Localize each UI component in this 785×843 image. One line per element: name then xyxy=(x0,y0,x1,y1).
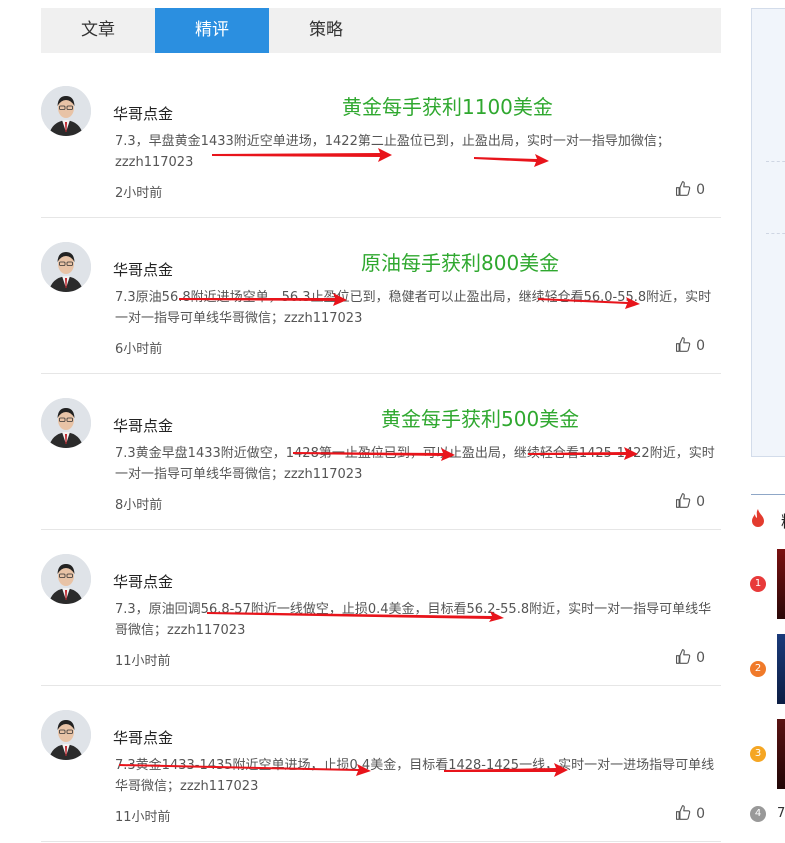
hot-thumbnail[interactable] xyxy=(777,719,785,789)
avatar[interactable] xyxy=(41,86,91,136)
red-arrow-icon xyxy=(212,148,392,162)
post-time: 11小时前 xyxy=(115,810,171,825)
hot-thumbnail[interactable] xyxy=(777,549,785,619)
post-time: 11小时前 xyxy=(115,654,171,669)
red-arrow-icon xyxy=(119,764,371,776)
feed-item: 华哥点金 7.3原油56.8附近进场空单，56.3止盈位已到，稳健者可以止盈出局… xyxy=(41,218,721,374)
red-arrow-icon xyxy=(474,154,549,167)
post-time: 8小时前 xyxy=(115,498,163,513)
tab-reviews[interactable]: 精评 xyxy=(155,8,269,53)
author-name[interactable]: 华哥点金 xyxy=(113,571,173,592)
author-name[interactable]: 华哥点金 xyxy=(113,103,173,124)
hot-list-title: 精 xyxy=(781,508,785,532)
avatar[interactable] xyxy=(41,398,91,448)
like-count: 0 xyxy=(696,338,705,354)
divider xyxy=(751,494,785,495)
like-button[interactable]: 0 xyxy=(674,648,705,668)
thumbs-up-icon xyxy=(674,804,691,825)
feed-item: 华哥点金 7.3，原油回调56.8-57附近一线做空，止损0.4美金，目标看56… xyxy=(41,530,721,686)
thumbs-up-icon xyxy=(674,648,691,669)
red-arrow-icon xyxy=(538,297,640,309)
feed-item: 华哥点金 7.3黄金早盘1433附近做空，1428第一止盈位已到，可以止盈出局，… xyxy=(41,374,721,530)
red-arrow-icon xyxy=(444,763,568,777)
like-count: 0 xyxy=(696,494,705,510)
rank-badge: 3 xyxy=(750,746,766,762)
red-arrow-icon xyxy=(207,611,504,622)
red-arrow-icon xyxy=(179,293,347,306)
red-arrow-icon xyxy=(528,447,638,460)
thumbs-up-icon xyxy=(674,180,691,201)
like-button[interactable]: 0 xyxy=(674,492,705,512)
avatar[interactable] xyxy=(41,554,91,604)
red-arrow-icon xyxy=(293,448,455,461)
divider xyxy=(766,233,785,234)
tab-articles[interactable]: 文章 xyxy=(41,8,155,53)
post-content: 7.3，早盘黄金1433附近空单进场，1422第二止盈位已到，止盈出局，实时一对… xyxy=(115,134,670,170)
like-button[interactable]: 0 xyxy=(674,336,705,356)
like-count: 0 xyxy=(696,182,705,198)
divider xyxy=(766,161,785,162)
fire-icon xyxy=(752,509,764,527)
tab-strategy[interactable]: 策略 xyxy=(269,8,383,53)
thumbs-up-icon xyxy=(674,336,691,357)
review-feed: 华哥点金 7.3，早盘黄金1433附近空单进场，1422第二止盈位已到，止盈出局… xyxy=(41,62,721,842)
author-name[interactable]: 华哥点金 xyxy=(113,259,173,280)
hot-item-title[interactable]: 7 xyxy=(777,806,785,821)
profit-annotation: 黄金每手获利1100美金 xyxy=(342,95,553,119)
profit-annotation: 原油每手获利800美金 xyxy=(361,251,560,275)
rank-badge: 1 xyxy=(750,576,766,592)
feed-item: 华哥点金 7.3黄金1433-1435附近空单进场，止损0.4美金，目标看142… xyxy=(41,686,721,842)
hot-thumbnail[interactable] xyxy=(777,634,785,704)
profit-annotation: 黄金每手获利500美金 xyxy=(381,407,580,431)
post-time: 2小时前 xyxy=(115,186,163,201)
like-count: 0 xyxy=(696,806,705,822)
like-button[interactable]: 0 xyxy=(674,180,705,200)
rank-badge: 4 xyxy=(750,806,766,822)
rank-badge: 2 xyxy=(750,661,766,677)
author-name[interactable]: 华哥点金 xyxy=(113,727,173,748)
like-button[interactable]: 0 xyxy=(674,804,705,824)
thumbs-up-icon xyxy=(674,492,691,513)
post-time: 6小时前 xyxy=(115,342,163,357)
like-count: 0 xyxy=(696,650,705,666)
side-panel xyxy=(751,8,785,457)
avatar[interactable] xyxy=(41,242,91,292)
feed-item: 华哥点金 7.3，早盘黄金1433附近空单进场，1422第二止盈位已到，止盈出局… xyxy=(41,62,721,218)
avatar[interactable] xyxy=(41,710,91,760)
author-name[interactable]: 华哥点金 xyxy=(113,415,173,436)
tab-bar: 文章 精评 策略 xyxy=(41,8,721,53)
